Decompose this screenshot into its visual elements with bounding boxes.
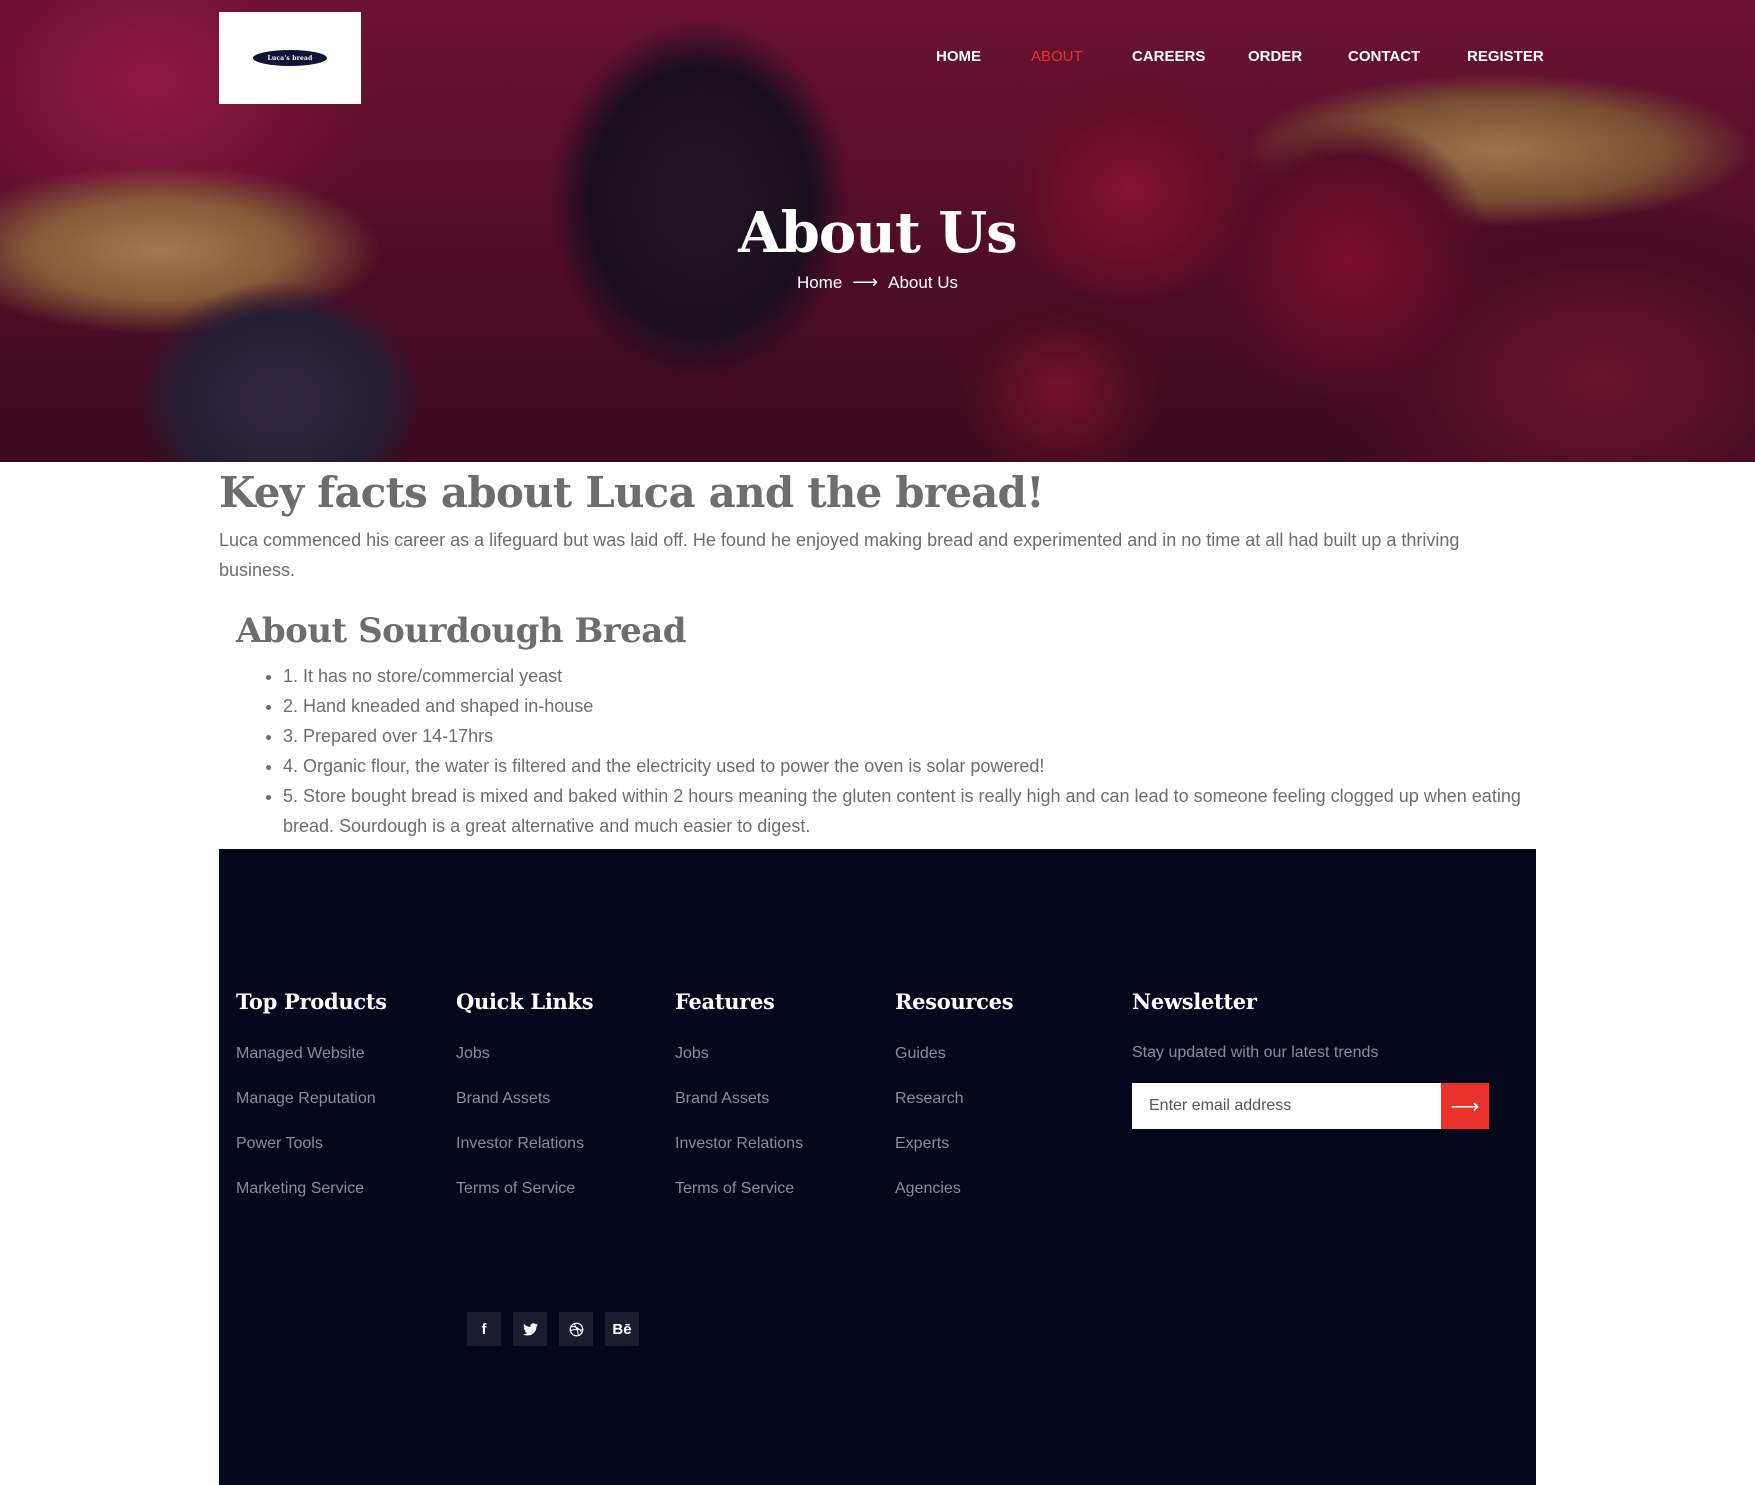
footer-link[interactable]: Terms of Service bbox=[675, 1179, 803, 1224]
breadcrumb-home[interactable]: Home bbox=[797, 273, 842, 293]
footer-col-quick-links: Quick Links Jobs Brand Assets Investor R… bbox=[456, 989, 594, 1224]
sourdough-title: About Sourdough Bread bbox=[236, 611, 687, 651]
footer-link[interactable]: Terms of Service bbox=[456, 1179, 593, 1224]
newsletter-title: Newsletter bbox=[1132, 989, 1257, 1014]
list-item: 4. Organic flour, the water is filtered … bbox=[283, 751, 1536, 781]
newsletter-submit-button[interactable]: ⟶ bbox=[1441, 1083, 1489, 1129]
footer-link[interactable]: Investor Relations bbox=[456, 1134, 593, 1179]
nav-link-register[interactable]: REGISTER bbox=[1467, 48, 1544, 65]
nav-item-contact[interactable]: CONTACT bbox=[1348, 48, 1420, 66]
footer-link[interactable]: Brand Assets bbox=[675, 1089, 803, 1134]
nav-item-home[interactable]: HOME bbox=[936, 48, 981, 66]
dribbble-icon[interactable] bbox=[559, 1312, 593, 1346]
footer-link[interactable]: Brand Assets bbox=[456, 1089, 593, 1134]
nav-link-order[interactable]: ORDER bbox=[1248, 48, 1302, 65]
footer-link[interactable]: Research bbox=[895, 1089, 1013, 1134]
footer-col-title: Quick Links bbox=[456, 989, 594, 1014]
twitter-icon[interactable] bbox=[513, 1312, 547, 1346]
nav-item-order[interactable]: ORDER bbox=[1248, 48, 1302, 66]
list-item: 1. It has no store/commercial yeast bbox=[283, 661, 1536, 691]
footer-link[interactable]: Jobs bbox=[456, 1044, 593, 1089]
list-item: 2. Hand kneaded and shaped in-house bbox=[283, 691, 1536, 721]
main-content: Key facts about Luca and the bread! Luca… bbox=[219, 462, 1536, 841]
footer-link[interactable]: Managed Website bbox=[236, 1044, 387, 1089]
key-facts-title: Key facts about Luca and the bread! bbox=[219, 468, 1045, 517]
nav-item-careers[interactable]: CAREERS bbox=[1132, 48, 1205, 66]
nav-item-register[interactable]: REGISTER bbox=[1467, 48, 1544, 66]
site-footer: Top Products Managed Website Manage Repu… bbox=[219, 849, 1536, 1485]
hero-banner: Luca's bread HOME ABOUT CAREERS ORDER CO… bbox=[0, 0, 1755, 462]
arrow-right-icon: ⟶ bbox=[1450, 1095, 1480, 1118]
key-facts-intro: Luca commenced his career as a lifeguard… bbox=[219, 530, 1460, 580]
sourdough-facts-list: 1. It has no store/commercial yeast 2. H… bbox=[219, 661, 1536, 841]
social-links: f Bē bbox=[467, 1312, 639, 1346]
footer-link[interactable]: Jobs bbox=[675, 1044, 803, 1089]
footer-col-title: Top Products bbox=[236, 989, 387, 1014]
footer-link[interactable]: Agencies bbox=[895, 1179, 1013, 1224]
facebook-icon[interactable]: f bbox=[467, 1312, 501, 1346]
footer-link[interactable]: Manage Reputation bbox=[236, 1089, 387, 1134]
nav-link-about[interactable]: ABOUT bbox=[1031, 48, 1083, 65]
logo-text: Luca's bread bbox=[267, 54, 313, 62]
site-logo[interactable]: Luca's bread bbox=[219, 12, 361, 104]
behance-icon[interactable]: Bē bbox=[605, 1312, 639, 1346]
footer-link[interactable]: Investor Relations bbox=[675, 1134, 803, 1179]
arrow-right-icon: ⟶ bbox=[852, 272, 879, 292]
footer-col-top-products: Top Products Managed Website Manage Repu… bbox=[236, 989, 387, 1224]
list-item: 3. Prepared over 14-17hrs bbox=[283, 721, 1536, 751]
newsletter-description: Stay updated with our latest trends bbox=[1132, 1044, 1379, 1061]
footer-col-title: Features bbox=[675, 989, 775, 1014]
breadcrumb: Home ⟶ About Us bbox=[0, 272, 1755, 293]
list-item: 5. Store bought bread is mixed and baked… bbox=[283, 781, 1536, 841]
footer-link[interactable]: Experts bbox=[895, 1134, 1013, 1179]
footer-col-newsletter: Newsletter Stay updated with our latest … bbox=[1132, 989, 1489, 1129]
nav-link-careers[interactable]: CAREERS bbox=[1132, 48, 1205, 65]
page-title: About Us bbox=[738, 200, 1017, 266]
nav-link-contact[interactable]: CONTACT bbox=[1348, 48, 1420, 65]
nav-link-home[interactable]: HOME bbox=[936, 48, 981, 65]
footer-col-resources: Resources Guides Research Experts Agenci… bbox=[895, 989, 1014, 1224]
email-field[interactable] bbox=[1132, 1083, 1441, 1129]
footer-link[interactable]: Guides bbox=[895, 1044, 1013, 1089]
footer-col-title: Resources bbox=[895, 989, 1014, 1014]
breadcrumb-current: About Us bbox=[888, 272, 959, 292]
newsletter-form: ⟶ bbox=[1132, 1083, 1489, 1129]
footer-link[interactable]: Marketing Service bbox=[236, 1179, 387, 1224]
footer-col-features: Features Jobs Brand Assets Investor Rela… bbox=[675, 989, 803, 1224]
nav-item-about[interactable]: ABOUT bbox=[1031, 48, 1083, 66]
footer-link[interactable]: Power Tools bbox=[236, 1134, 387, 1179]
logo-mark: Luca's bread bbox=[253, 50, 327, 66]
